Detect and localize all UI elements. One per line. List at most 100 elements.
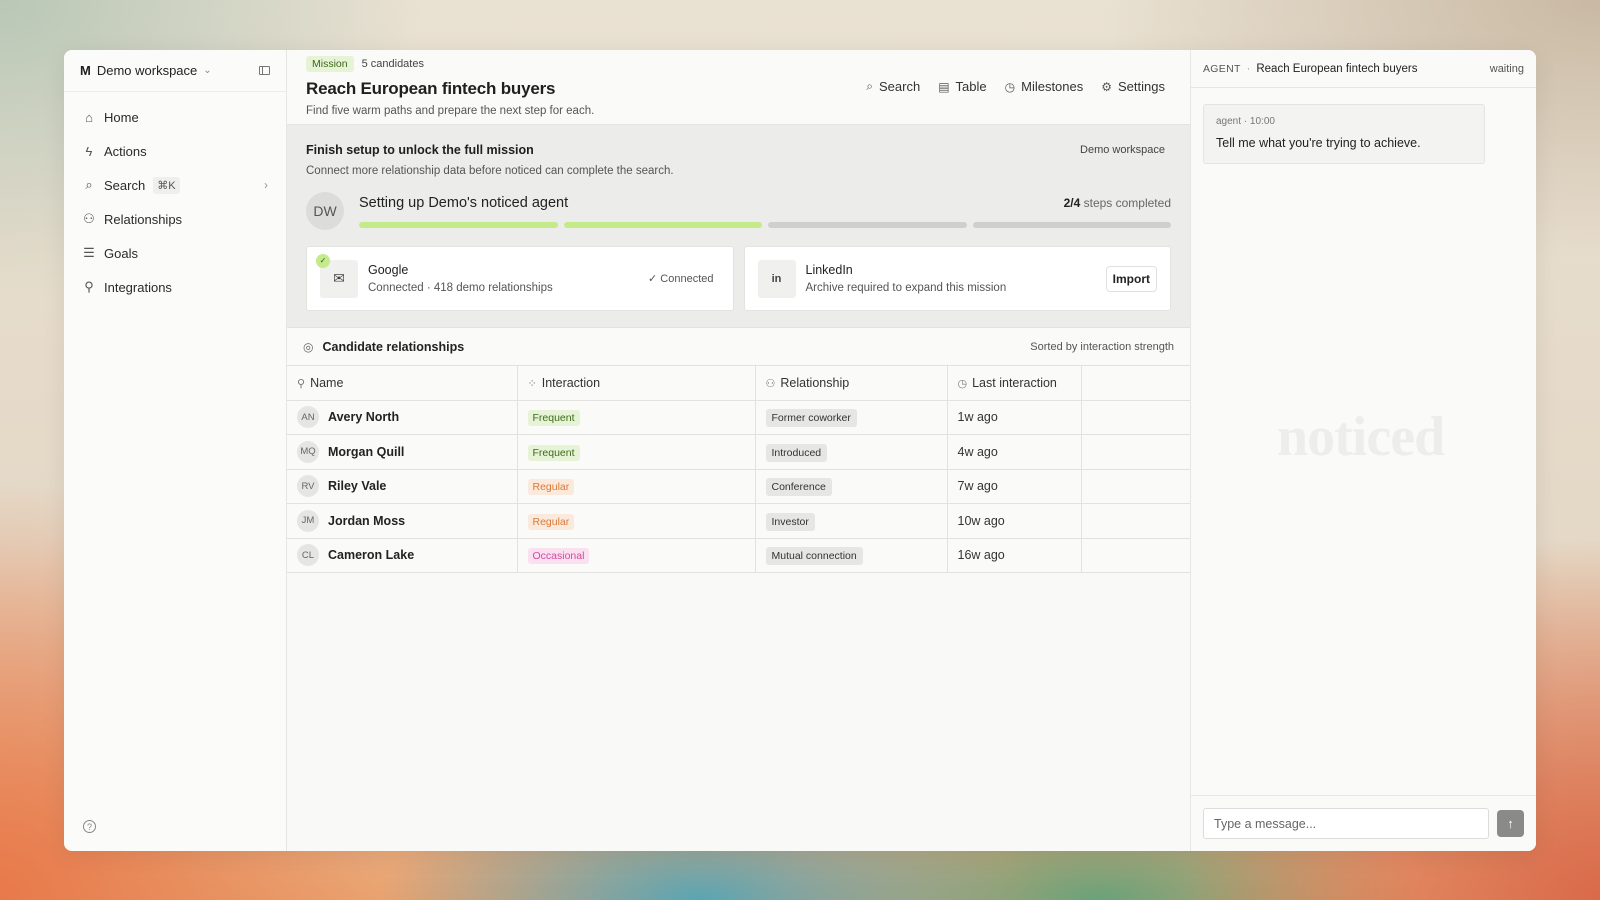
noticed-watermark-logo: noticed <box>1277 406 1445 468</box>
message-meta: agent · 10:00 <box>1216 116 1275 127</box>
search-button[interactable]: ⌕ Search <box>866 79 920 94</box>
table-row[interactable]: CL Cameron Lake Occasional Mutual connectio… <box>287 537 1190 573</box>
search-icon: ⌕ <box>866 79 873 93</box>
plug-icon: ⚲ <box>84 279 94 294</box>
avatar: MQ <box>297 440 319 463</box>
last-interaction-cell: 7w ago <box>947 468 1082 504</box>
agent-progress-header: Setting up Demo's noticed agent 2/4 step… <box>359 195 1171 211</box>
empty-cell <box>1081 468 1190 504</box>
setup-description: Connect more relationship data before no… <box>306 165 674 177</box>
collapse-sidebar-icon[interactable] <box>259 66 270 75</box>
toolbar-label: Milestones <box>1021 79 1084 94</box>
status-label: Connected <box>660 273 714 285</box>
sidebar-item-actions[interactable]: ϟ Actions <box>64 134 286 168</box>
name-cell: MQ Morgan Quill <box>287 434 518 469</box>
toolbar-label: Table <box>955 79 987 94</box>
sidebar: M Demo workspace ⌄ ⌂ Home ϟ Actions ⌕ Se… <box>64 50 287 851</box>
interaction-cell: Regular <box>517 468 756 504</box>
agent-pane-header: AGENT · Reach European fintech buyers wa… <box>1191 50 1536 88</box>
grid-icon: ⁘ <box>527 377 537 390</box>
main-content: Mission 5 candidates Reach European fint… <box>287 50 1191 851</box>
person-name[interactable]: Morgan Quill <box>328 445 404 459</box>
relationship-tag: Introduced <box>765 443 828 462</box>
column-header-relationship[interactable]: ⚇ Relationship <box>755 365 948 400</box>
relationship-tag: Mutual connection <box>765 547 863 566</box>
name-cell: RV Riley Vale <box>287 468 518 504</box>
sidebar-item-label: Relationships <box>104 211 183 227</box>
steps-counter: 2/4 steps completed <box>1064 196 1171 210</box>
people-icon: ⚇ <box>765 377 776 390</box>
column-header-interaction[interactable]: ⁘ Interaction <box>517 365 756 400</box>
sidebar-item-label: Goals <box>104 245 138 261</box>
linkedin-card: in LinkedIn Archive required to expand t… <box>743 246 1171 311</box>
sidebar-item-home[interactable]: ⌂ Home <box>64 100 286 134</box>
person-name[interactable]: Riley Vale <box>328 479 386 493</box>
last-interaction: 10w ago <box>957 513 1005 528</box>
card-name: LinkedIn <box>805 263 853 277</box>
steps-label: steps completed <box>1083 195 1171 210</box>
avatar: AN <box>297 406 319 429</box>
search-icon: ⌕ <box>85 177 93 192</box>
candidates-header: ◎ Candidate relationships Sorted by inte… <box>287 327 1190 365</box>
relationship-cell: Investor <box>755 503 948 538</box>
table-row[interactable]: MQ Morgan Quill Frequent Introduced 4w ago <box>287 434 1190 469</box>
milestones-button[interactable]: ◷ Milestones <box>1005 79 1084 94</box>
agent-progress: Setting up Demo's noticed agent 2/4 step… <box>359 195 1171 228</box>
agent-setup-title: Setting up Demo's noticed agent <box>359 194 569 211</box>
column-label: Name <box>310 375 344 390</box>
column-header-name[interactable]: ⚲ Name <box>287 365 518 400</box>
progress-segment <box>359 221 558 228</box>
interaction-cell: Occasional <box>517 537 756 573</box>
last-interaction-cell: 16w ago <box>947 537 1082 573</box>
sidebar-item-relationships[interactable]: ⚇ Relationships <box>64 202 286 236</box>
person: RV Riley Vale <box>297 475 507 498</box>
table-button[interactable]: ▤ Table <box>938 79 986 94</box>
last-interaction: 4w ago <box>957 444 998 459</box>
interaction-cell: Frequent <box>517 434 756 469</box>
arrow-up-icon: ↑ <box>1507 816 1514 831</box>
sidebar-item-label: Actions <box>104 143 147 159</box>
sidebar-item-label: Home <box>104 109 139 125</box>
table-row[interactable]: AN Avery North Frequent Former coworker 1w a… <box>287 399 1190 435</box>
target-icon: ◎ <box>303 339 314 354</box>
last-interaction-cell: 1w ago <box>947 399 1082 435</box>
agent-message: agent · 10:00 Tell me what you're trying… <box>1203 104 1485 164</box>
google-card: ✉ ✓ Google Connected · 418 demo relation… <box>306 246 734 311</box>
last-interaction: 16w ago <box>957 548 1005 563</box>
import-button[interactable]: Import <box>1105 265 1157 292</box>
interaction-badge: Occasional <box>527 548 590 565</box>
mission-header: Mission 5 candidates Reach European fint… <box>287 50 1190 124</box>
empty-cell <box>1081 434 1190 469</box>
person-name[interactable]: Jordan Moss <box>328 514 405 528</box>
linkedin-card-text: LinkedIn Archive required to expand this… <box>806 263 1007 294</box>
bolt-icon: ϟ <box>85 143 93 159</box>
settings-button[interactable]: ⚙ Settings <box>1101 79 1165 94</box>
workspace-switcher[interactable]: M Demo workspace ⌄ <box>64 50 286 92</box>
mail-icon: ✉ ✓ <box>316 253 358 298</box>
chevron-down-icon: ⌄ <box>203 65 212 76</box>
person-name[interactable]: Avery North <box>328 410 399 424</box>
column-label: Relationship <box>780 375 850 390</box>
progress-bar <box>359 221 1171 228</box>
relationship-cell: Conference <box>755 468 948 504</box>
table-row[interactable]: RV Riley Vale Regular Conference 7w ago <box>287 468 1190 504</box>
sidebar-item-integrations[interactable]: ⚲ Integrations <box>64 270 286 304</box>
sidebar-item-goals[interactable]: ☰ Goals <box>64 236 286 270</box>
sidebar-item-search[interactable]: ⌕ Search ⌘K › <box>64 168 286 202</box>
help-icon[interactable]: ? <box>83 820 96 833</box>
send-button[interactable]: ↑ <box>1497 810 1524 837</box>
column-header-last-interaction[interactable]: ◷ Last interaction <box>947 365 1082 400</box>
agent-label: AGENT <box>1203 62 1241 75</box>
table-row[interactable]: JM Jordan Moss Regular Investor 10w ago <box>287 503 1190 538</box>
setup-workspace-label: Demo workspace <box>1080 144 1165 156</box>
interaction-badge: Regular <box>527 479 575 496</box>
sort-label[interactable]: Sorted by interaction strength <box>1030 341 1174 353</box>
check-icon: ✓ <box>316 253 330 268</box>
card-name: Google <box>368 263 409 277</box>
message-composer: ↑ <box>1191 795 1536 851</box>
column-label: Interaction <box>541 375 601 390</box>
message-input[interactable] <box>1203 808 1489 839</box>
message-text: Tell me what you're trying to achieve. <box>1216 136 1421 150</box>
workspace-name: Demo workspace <box>96 63 198 78</box>
person-name[interactable]: Cameron Lake <box>328 548 414 562</box>
